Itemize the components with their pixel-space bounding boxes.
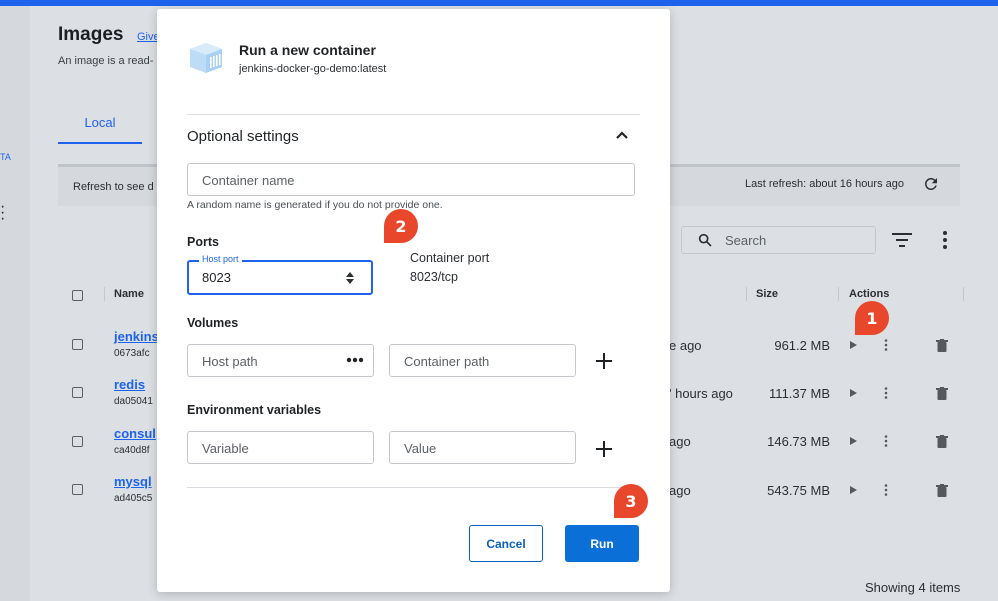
host-path-input[interactable]: Host path xyxy=(187,344,374,377)
column-header-name[interactable]: Name xyxy=(114,288,144,300)
image-created: ago xyxy=(669,483,691,498)
image-id: ca40d8f xyxy=(114,445,150,456)
row-checkbox[interactable] xyxy=(72,387,83,398)
step-number: 3 xyxy=(625,491,637,511)
select-all-checkbox[interactable] xyxy=(72,290,83,301)
container-path-input[interactable]: Container path xyxy=(389,344,576,377)
host-port-input[interactable]: Host port 8023 xyxy=(187,254,373,295)
run-icon[interactable] xyxy=(850,486,857,494)
image-name-link[interactable]: redis xyxy=(114,377,145,392)
run-button[interactable]: Run xyxy=(565,525,639,562)
optional-settings-title[interactable]: Optional settings xyxy=(187,128,299,145)
value-placeholder: Value xyxy=(404,441,437,456)
column-divider xyxy=(104,287,105,301)
step-callout: 2 xyxy=(384,209,418,243)
host-port-value: 8023 xyxy=(202,270,231,285)
image-size: 111.37 MB xyxy=(769,386,830,401)
add-env-variable-icon[interactable] xyxy=(595,440,613,458)
search-placeholder: Search xyxy=(725,233,767,248)
run-icon[interactable] xyxy=(850,437,857,445)
refresh-banner-text: Refresh to see d xyxy=(73,181,154,193)
row-checkbox[interactable] xyxy=(72,484,83,495)
column-divider xyxy=(963,287,964,301)
row-more-icon[interactable] xyxy=(884,484,888,496)
row-checkbox[interactable] xyxy=(72,339,83,350)
container-port-label: Container port xyxy=(410,251,490,265)
image-created: e ago xyxy=(669,338,702,353)
row-more-icon[interactable] xyxy=(884,435,888,447)
filter-icon[interactable] xyxy=(892,232,912,248)
step-callout: 3 xyxy=(614,484,648,518)
column-header-actions: Actions xyxy=(849,288,890,300)
image-id: 0673afc xyxy=(114,348,150,359)
chevron-up-icon[interactable] xyxy=(615,130,629,140)
column-divider xyxy=(838,287,839,301)
image-size: 543.75 MB xyxy=(767,483,830,498)
stepper-icon[interactable] xyxy=(345,270,355,286)
run-container-dialog: Run a new container jenkins-docker-go-de… xyxy=(157,9,670,592)
delete-icon[interactable] xyxy=(936,484,948,497)
column-divider xyxy=(746,287,747,301)
column-header-size[interactable]: Size xyxy=(756,288,778,300)
row-more-icon[interactable] xyxy=(884,387,888,399)
variable-placeholder: Variable xyxy=(202,441,249,456)
beta-label: TA xyxy=(0,152,11,162)
delete-icon[interactable] xyxy=(936,387,948,400)
search-icon xyxy=(698,233,712,247)
page-description: An image is a read- xyxy=(58,55,154,67)
divider xyxy=(187,114,640,115)
step-number: 1 xyxy=(866,308,878,328)
row-more-icon[interactable] xyxy=(884,339,888,351)
cancel-button[interactable]: Cancel xyxy=(469,525,543,562)
row-checkbox[interactable] xyxy=(72,436,83,447)
refresh-icon[interactable] xyxy=(922,175,940,193)
variable-input[interactable]: Variable xyxy=(187,431,374,464)
step-callout: 1 xyxy=(855,301,889,335)
dialog-subtitle: jenkins-docker-go-demo:latest xyxy=(239,63,387,75)
volumes-label: Volumes xyxy=(187,316,239,330)
run-icon[interactable] xyxy=(850,389,857,397)
image-id: ad405c5 xyxy=(114,493,153,504)
image-size: 961.2 MB xyxy=(774,338,830,353)
more-options-icon[interactable] xyxy=(940,231,950,249)
left-nav: TA · · · xyxy=(0,6,30,601)
dialog-title: Run a new container xyxy=(239,42,376,58)
value-input[interactable]: Value xyxy=(389,431,576,464)
host-path-placeholder: Host path xyxy=(202,354,258,369)
delete-icon[interactable] xyxy=(936,435,948,448)
container-icon xyxy=(190,43,222,73)
delete-icon[interactable] xyxy=(936,339,948,352)
tab-local[interactable]: Local xyxy=(58,113,142,144)
page-title: Images xyxy=(58,24,124,45)
nav-more-icon[interactable]: · · · xyxy=(0,199,5,227)
showing-count: Showing 4 items xyxy=(865,580,961,595)
run-icon[interactable] xyxy=(850,341,857,349)
last-refresh-text: Last refresh: about 16 hours ago xyxy=(745,178,904,190)
ports-label: Ports xyxy=(187,235,219,249)
host-port-label: Host port xyxy=(199,254,242,264)
image-name-link[interactable]: jenkins xyxy=(114,329,159,344)
add-volume-icon[interactable] xyxy=(595,352,613,370)
step-number: 2 xyxy=(395,216,407,236)
container-port-value: 8023/tcp xyxy=(410,270,458,284)
container-name-input[interactable]: Container name xyxy=(187,163,635,196)
image-name-link[interactable]: consul xyxy=(114,426,156,441)
environment-variables-label: Environment variables xyxy=(187,403,322,417)
container-path-placeholder: Container path xyxy=(404,354,490,369)
image-id: da05041 xyxy=(114,396,153,407)
image-name-link[interactable]: mysql xyxy=(114,474,152,489)
container-name-placeholder: Container name xyxy=(202,173,295,188)
image-size: 146.73 MB xyxy=(767,434,830,449)
image-created: ago xyxy=(669,434,691,449)
divider xyxy=(187,487,640,488)
browse-ellipsis-icon[interactable] xyxy=(346,356,364,364)
